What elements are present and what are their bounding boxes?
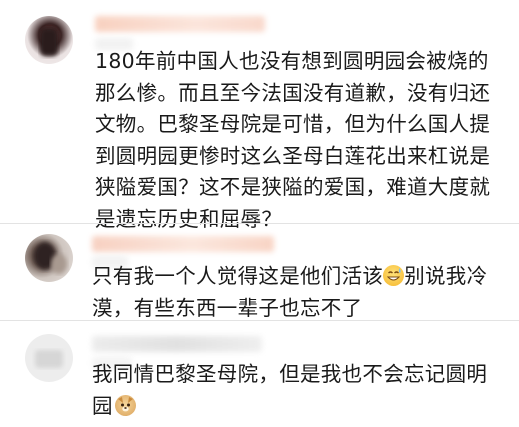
comment-3: 我同情巴黎圣母院，但是我也不会忘记圆明园: [0, 321, 519, 427]
doge-emoji: [114, 394, 136, 416]
avatar[interactable]: [25, 334, 73, 382]
username-redacted[interactable]: [92, 236, 274, 252]
avatar-blurred-icon: [40, 28, 58, 56]
comment-1: 180年前中国人也没有想到圆明园会被烧的那么惨。而且至今法国没有道歉，没有归还文…: [0, 0, 519, 231]
comment-2: 只有我一个人觉得这是他们活该 别说我冷漠，有些东西一辈子也忘不了: [0, 224, 519, 321]
avatar-blurred-icon: [34, 242, 67, 274]
comment-text: 180年前中国人也没有想到圆明园会被烧的那么惨。而且至今法国没有道歉，没有归还文…: [95, 49, 491, 231]
avatar[interactable]: [25, 234, 73, 282]
avatar[interactable]: [25, 16, 73, 64]
comment-text: 只有我一个人觉得这是他们活该 别说我冷漠，有些东西一辈子也忘不了: [92, 261, 502, 324]
comment-text: 我同情巴黎圣母院，但是我也不会忘记圆明园: [92, 359, 504, 422]
comment-text-part-1: 只有我一个人觉得这是他们活该: [92, 264, 384, 288]
comment-text-body: 我同情巴黎圣母院，但是我也不会忘记圆明园: [92, 362, 488, 418]
avatar-blurred-icon: [35, 350, 63, 368]
username-redacted[interactable]: [92, 336, 262, 352]
username-redacted[interactable]: [95, 16, 265, 32]
grinning-sweat-emoji: [383, 265, 405, 286]
